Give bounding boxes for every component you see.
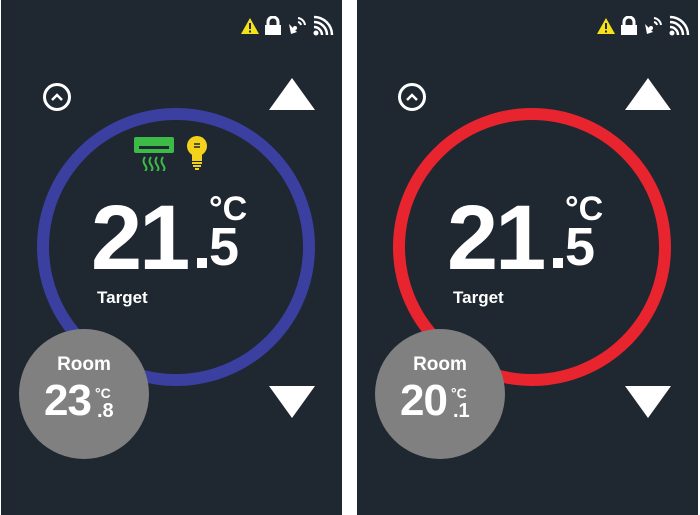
room-label: Room xyxy=(413,354,467,375)
warning-icon xyxy=(241,18,259,34)
room-temp-unit: °C xyxy=(451,385,467,401)
satellite-icon xyxy=(289,17,306,34)
target-label: Target xyxy=(453,288,504,307)
status-bar xyxy=(240,14,334,38)
status-bar xyxy=(596,14,690,38)
light-bulb-icon xyxy=(187,136,207,170)
thermostat-panel-left: 21 °C 5 Target Room 23 °C .8 xyxy=(1,0,342,515)
decrease-temperature-button[interactable] xyxy=(269,386,315,418)
wifi-icon xyxy=(313,15,334,36)
thermostat-panel-right: 21 °C 5 Target Room 20 °C .1 xyxy=(357,0,698,515)
mode-button[interactable] xyxy=(398,83,426,111)
satellite-icon xyxy=(645,17,662,34)
wifi-icon xyxy=(669,15,690,36)
chevron-up-icon xyxy=(51,93,63,101)
room-temp-fraction: .1 xyxy=(453,400,470,422)
target-temp-integer: 21 xyxy=(91,187,190,289)
room-temp-integer: 23 xyxy=(44,376,92,425)
decrease-temperature-button[interactable] xyxy=(625,386,671,418)
warning-icon xyxy=(597,18,615,34)
air-conditioner-icon xyxy=(134,137,174,171)
room-temp-fraction: .8 xyxy=(97,400,114,422)
target-temp-integer: 21 xyxy=(447,187,546,289)
increase-temperature-button[interactable] xyxy=(625,78,671,110)
active-icons xyxy=(133,135,209,171)
target-label: Target xyxy=(97,288,148,307)
room-temp-integer: 20 xyxy=(400,376,448,425)
lock-icon xyxy=(621,16,637,35)
room-temperature-bubble: Room 20 °C .1 xyxy=(375,329,505,459)
lock-icon xyxy=(265,16,281,35)
target-temp-fraction: 5 xyxy=(565,217,596,277)
target-temperature: 21 °C 5 xyxy=(91,190,261,290)
target-temp-fraction: 5 xyxy=(209,217,240,277)
target-temp-decimal-point xyxy=(197,258,207,268)
increase-temperature-button[interactable] xyxy=(269,78,315,110)
target-temperature: 21 °C 5 xyxy=(447,190,617,290)
room-label: Room xyxy=(57,354,111,375)
room-temp-unit: °C xyxy=(95,385,111,401)
mode-button[interactable] xyxy=(43,83,71,111)
chevron-up-icon xyxy=(406,93,418,101)
room-temperature-bubble: Room 23 °C .8 xyxy=(19,329,149,459)
target-temp-decimal-point xyxy=(553,258,563,268)
